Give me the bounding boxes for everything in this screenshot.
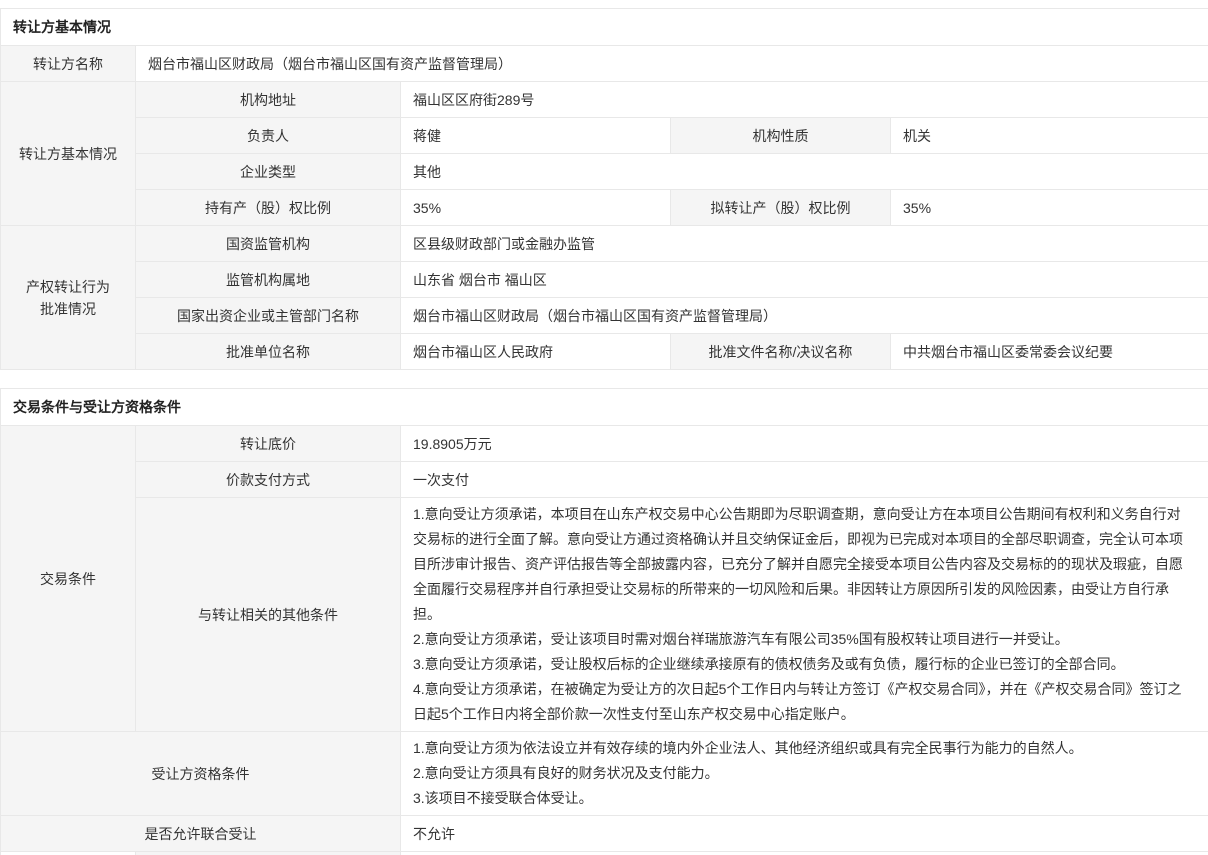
- next-row-partial-label-cell: [136, 852, 401, 855]
- state-enterprise-value: 烟台市福山区财政局（烟台市福山区国有资产监督管理局）: [401, 298, 1208, 334]
- transferor-name-value: 烟台市福山区财政局（烟台市福山区国有资产监督管理局）: [136, 46, 1208, 82]
- table-row: 国家出资企业或主管部门名称 烟台市福山区财政局（烟台市福山区国有资产监督管理局）: [1, 298, 1208, 334]
- joint-transfer-value: 不允许: [401, 816, 1208, 852]
- qualification-label: 受让方资格条件: [1, 732, 401, 816]
- table-row: 受让方资格条件 1.意向受让方须为依法设立并有效存续的境内外企业法人、其他经济组…: [1, 732, 1208, 816]
- approval-doc-label: 批准文件名称/决议名称: [671, 334, 891, 370]
- transferor-basic-group-label: 转让方基本情况: [1, 82, 136, 226]
- sasac-value: 区县级财政部门或金融办监管: [401, 226, 1208, 262]
- section1-title: 转让方基本情况: [1, 9, 1208, 46]
- floor-price-label: 转让底价: [136, 426, 401, 462]
- enterprise-type-label: 企业类型: [136, 154, 401, 190]
- table-row: 持有产（股）权比例 35% 拟转让产（股）权比例 35%: [1, 190, 1208, 226]
- next-row-partial-cell: [1, 852, 136, 855]
- org-address-value: 福山区区府街289号: [401, 82, 1208, 118]
- table-row: 价款支付方式 一次支付: [1, 462, 1208, 498]
- payment-method-value: 一次支付: [401, 462, 1208, 498]
- section1-header-row: 转让方基本情况: [1, 9, 1208, 46]
- approval-group-label: 产权转让行为 批准情况: [1, 226, 136, 370]
- region-value: 山东省 烟台市 福山区: [401, 262, 1208, 298]
- transferor-info-table: 转让方基本情况 转让方名称 烟台市福山区财政局（烟台市福山区国有资产监督管理局）…: [0, 8, 1208, 370]
- held-ratio-value: 35%: [401, 190, 671, 226]
- section-gap: [0, 370, 1208, 388]
- table-row: 转让方名称 烟台市福山区财政局（烟台市福山区国有资产监督管理局）: [1, 46, 1208, 82]
- org-nature-value: 机关: [891, 118, 1208, 154]
- approval-unit-value: 烟台市福山区人民政府: [401, 334, 671, 370]
- principal-value: 蒋健: [401, 118, 671, 154]
- org-nature-label: 机构性质: [671, 118, 891, 154]
- transferor-name-label: 转让方名称: [1, 46, 136, 82]
- state-enterprise-label: 国家出资企业或主管部门名称: [136, 298, 401, 334]
- approval-unit-label: 批准单位名称: [136, 334, 401, 370]
- org-address-label: 机构地址: [136, 82, 401, 118]
- sasac-label: 国资监管机构: [136, 226, 401, 262]
- table-row: 转让方基本情况 机构地址 福山区区府街289号: [1, 82, 1208, 118]
- table-row: 与转让相关的其他条件 1.意向受让方须承诺，本项目在山东产权交易中心公告期即为尽…: [1, 498, 1208, 732]
- next-row-partial: [1, 852, 1208, 855]
- transfer-ratio-label: 拟转让产（股）权比例: [671, 190, 891, 226]
- property-transfer-detail-page: 转让方基本情况 转让方名称 烟台市福山区财政局（烟台市福山区国有资产监督管理局）…: [0, 0, 1208, 855]
- other-conditions-value: 1.意向受让方须承诺，本项目在山东产权交易中心公告期即为尽职调查期，意向受让方在…: [401, 498, 1208, 732]
- transaction-conditions-group-label: 交易条件: [1, 426, 136, 732]
- other-conditions-label: 与转让相关的其他条件: [136, 498, 401, 732]
- table-row: 监管机构属地 山东省 烟台市 福山区: [1, 262, 1208, 298]
- held-ratio-label: 持有产（股）权比例: [136, 190, 401, 226]
- principal-label: 负责人: [136, 118, 401, 154]
- next-row-partial-value-cell: [401, 852, 1208, 855]
- transaction-conditions-table: 交易条件与受让方资格条件 交易条件 转让底价 19.8905万元 价款支付方式 …: [0, 388, 1208, 855]
- region-label: 监管机构属地: [136, 262, 401, 298]
- table-row: 负责人 蒋健 机构性质 机关: [1, 118, 1208, 154]
- payment-method-label: 价款支付方式: [136, 462, 401, 498]
- transfer-ratio-value: 35%: [891, 190, 1208, 226]
- table-row: 企业类型 其他: [1, 154, 1208, 190]
- table-row: 批准单位名称 烟台市福山区人民政府 批准文件名称/决议名称 中共烟台市福山区委常…: [1, 334, 1208, 370]
- table-row: 交易条件 转让底价 19.8905万元: [1, 426, 1208, 462]
- section2-title: 交易条件与受让方资格条件: [1, 389, 1208, 426]
- floor-price-value: 19.8905万元: [401, 426, 1208, 462]
- table-row: 是否允许联合受让 不允许: [1, 816, 1208, 852]
- approval-doc-value: 中共烟台市福山区委常委会议纪要: [891, 334, 1208, 370]
- section2-header-row: 交易条件与受让方资格条件: [1, 389, 1208, 426]
- table-row: 产权转让行为 批准情况 国资监管机构 区县级财政部门或金融办监管: [1, 226, 1208, 262]
- qualification-value: 1.意向受让方须为依法设立并有效存续的境内外企业法人、其他经济组织或具有完全民事…: [401, 732, 1208, 816]
- joint-transfer-label: 是否允许联合受让: [1, 816, 401, 852]
- enterprise-type-value: 其他: [401, 154, 1208, 190]
